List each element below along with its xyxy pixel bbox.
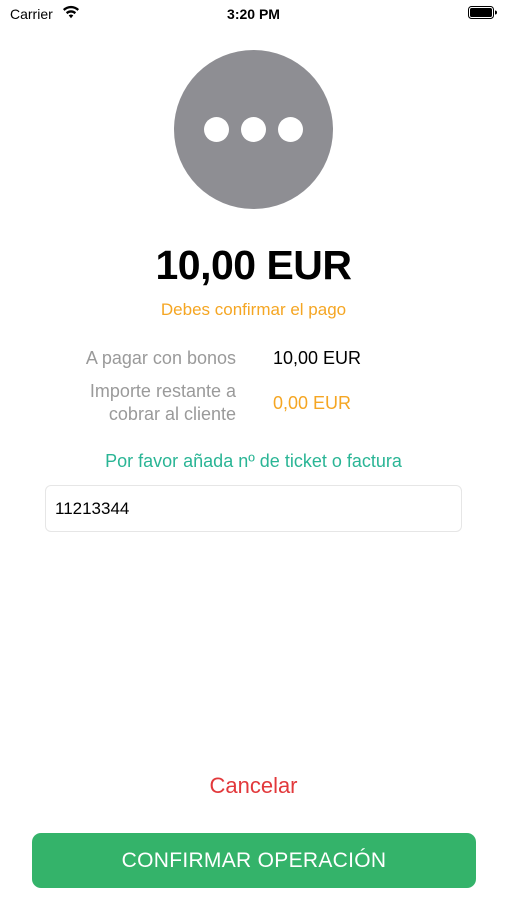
clock-time: 3:20 PM	[227, 6, 280, 22]
ticket-number-input[interactable]	[45, 485, 462, 532]
bonus-payment-label: A pagar con bonos	[85, 348, 236, 368]
total-amount: 10,00 EUR	[155, 242, 352, 288]
status-bar: Carrier 3:20 PM	[0, 0, 507, 28]
bonus-payment-value: 10,00 EUR	[273, 348, 362, 368]
dot-icon	[241, 117, 266, 142]
remaining-amount-label-line2: cobrar al cliente	[108, 404, 236, 424]
pending-icon	[174, 50, 333, 209]
dot-icon	[204, 117, 229, 142]
confirm-operation-button[interactable]: CONFIRMAR OPERACIÓN	[32, 833, 476, 888]
payment-confirmation-screen: Carrier 3:20 PM 10,00 EUR Debes confirma…	[0, 0, 507, 900]
ticket-prompt: Por favor añada nº de ticket o factura	[105, 451, 402, 471]
cancel-button[interactable]: Cancelar	[0, 773, 507, 799]
remaining-amount-value: 0,00 EUR	[273, 393, 352, 413]
battery-icon	[468, 6, 497, 19]
remaining-amount-label: Importe restante a cobrar al cliente	[90, 380, 236, 426]
confirmation-warning: Debes confirmar el pago	[160, 300, 347, 319]
remaining-amount-label-line1: Importe restante a	[89, 381, 236, 401]
dot-icon	[278, 117, 303, 142]
